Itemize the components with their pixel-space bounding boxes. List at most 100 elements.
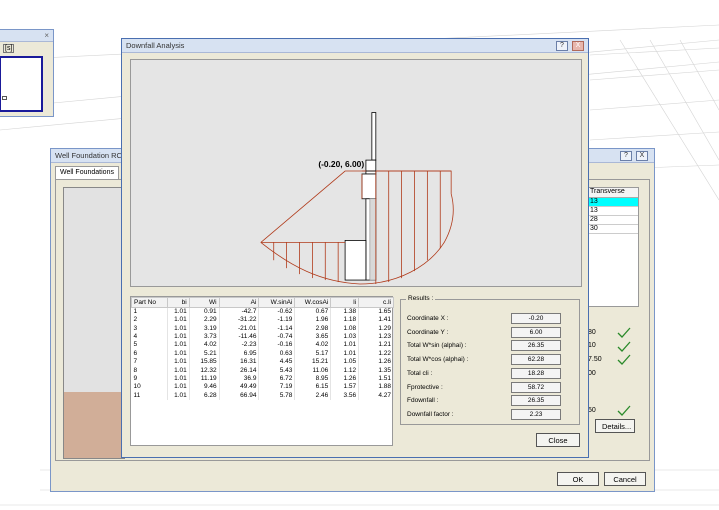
table-cell: 15.85: [189, 357, 220, 367]
result-value-field: -0.20: [511, 313, 561, 324]
result-value-field: 26.35: [511, 340, 561, 352]
check-icon: [617, 354, 631, 365]
ok-button[interactable]: OK: [557, 472, 599, 486]
small-window: × [s]: [0, 29, 54, 117]
table-header-cell: Wi: [188, 297, 220, 308]
result-row: Total W*sin (alphai) : 26.35: [407, 340, 567, 352]
table-cell: 1.57: [330, 383, 360, 392]
table-cell: 1.51: [358, 374, 394, 384]
table-cell: 1.01: [167, 332, 190, 342]
table-row: 9 1.01 11.19 36.9 6.72 8.95 1.26 1.51: [131, 374, 394, 384]
table-cell: 3.56: [330, 391, 360, 400]
close-icon[interactable]: ×: [44, 31, 49, 40]
table-cell: 66.94: [219, 391, 260, 400]
coordinate-label: (-0.20, 6.00): [318, 159, 364, 169]
table-cell: 6.28: [189, 391, 220, 400]
help-button[interactable]: ?: [556, 41, 568, 51]
close-dialog-button[interactable]: Close: [536, 433, 580, 447]
result-value-field: 26.35: [511, 395, 561, 407]
table-row: 5 1.01 4.02 -2.23 -0.16 4.02 1.01 1.21: [131, 341, 394, 350]
list-item[interactable]: 13: [588, 198, 638, 207]
table-cell: 1.41: [358, 316, 394, 325]
table-cell: 1.01: [167, 324, 190, 333]
results-group: Results : Coordinate X : -0.20 Coordinate …: [400, 295, 580, 425]
table-cell: 1.22: [358, 349, 394, 358]
small-window-button[interactable]: [s]: [3, 44, 15, 53]
table-cell: 8: [131, 366, 168, 375]
table-cell: 1.18: [330, 316, 360, 325]
table-row: 7 1.01 15.85 16.31 4.45 15.21 1.05 1.26: [131, 357, 394, 367]
table-cell: 3.19: [189, 324, 220, 333]
table-cell: 9.46: [189, 383, 220, 392]
table-row: 8 1.01 12.32 26.14 5.43 11.06 1.12 1.35: [131, 366, 394, 375]
result-label: Total W*cos (alphai) :: [407, 356, 469, 364]
value-50: 50: [588, 407, 596, 414]
table-cell: 1.03: [330, 332, 360, 342]
help-button[interactable]: ?: [620, 151, 632, 161]
tab-well-foundations[interactable]: Well Foundations: [55, 166, 119, 179]
table-header-cell: bi: [166, 297, 190, 308]
table-header-cell: W.sinAi: [258, 297, 296, 308]
result-row: Fdownfall : 26.35: [407, 395, 567, 407]
table-cell: -0.16: [258, 341, 296, 350]
details-button[interactable]: Details...: [595, 419, 635, 433]
result-value-field: 6.00: [511, 326, 561, 338]
value-10: 10: [588, 342, 596, 349]
table-cell: 3.65: [294, 332, 332, 342]
table-cell: 6.95: [219, 349, 260, 358]
table-row: 1 1.01 0.91 -42.7 -0.62 0.67 1.38 1.65: [131, 307, 394, 316]
table-cell: 1.01: [167, 357, 190, 367]
table-cell: 3.73: [189, 332, 220, 342]
result-row: Fprotective : 58.72: [407, 381, 567, 394]
result-value-field: 18.28: [511, 367, 561, 379]
table-cell: 1.01: [330, 341, 360, 350]
table-cell: 2.29: [189, 316, 220, 325]
table-cell: 1.01: [167, 366, 190, 375]
results-title: Results :: [406, 295, 436, 302]
table-row: 10 1.01 9.46 49.49 7.19 6.15 1.57 1.88: [131, 383, 394, 392]
table-cell: 11: [131, 391, 168, 400]
table-cell: 4: [131, 332, 168, 342]
list-item[interactable]: 13: [588, 207, 638, 216]
check-icon: [617, 327, 631, 338]
table-cell: 11.06: [294, 366, 332, 375]
list-item[interactable]: 28: [588, 216, 638, 225]
transverse-list[interactable]: Transverse 13 13 28 30: [587, 187, 639, 307]
table-cell: 0.67: [294, 307, 332, 316]
table-cell: 26.14: [219, 366, 260, 375]
table-cell: 10: [131, 383, 168, 392]
close-button[interactable]: X: [572, 41, 584, 51]
table-cell: 1.08: [330, 324, 360, 333]
table-cell: 1.26: [358, 357, 394, 367]
table-row: 3 1.01 3.19 -21.01 -1.14 2.98 1.08 1.29: [131, 324, 394, 333]
table-cell: 6.15: [294, 383, 332, 392]
table-cell: 1.65: [358, 307, 394, 316]
check-icon: [617, 405, 631, 416]
table-cell: 7: [131, 357, 168, 367]
result-label: Downfall factor :: [407, 410, 454, 418]
slip-circle-drawing: (-0.20, 6.00): [130, 59, 582, 287]
table-cell: -42.7: [219, 307, 260, 316]
close-button[interactable]: X: [636, 151, 648, 161]
table-cell: -1.14: [258, 324, 296, 333]
cancel-button[interactable]: Cancel: [604, 472, 646, 486]
value-750: 7.50: [588, 356, 602, 363]
table-header-cell: li: [330, 297, 360, 308]
table-cell: -2.23: [219, 341, 260, 350]
table-cell: 1.01: [330, 349, 360, 358]
table-cell: -1.19: [258, 316, 296, 325]
table-cell: 15.21: [294, 357, 332, 367]
table-cell: 6: [131, 349, 168, 358]
table-header-cell: Part No: [131, 297, 168, 308]
table-cell: 5: [131, 341, 168, 350]
table-row: 4 1.01 3.73 -11.46 -0.74 3.65 1.03 1.23: [131, 332, 394, 342]
list-item[interactable]: 30: [588, 225, 638, 234]
transverse-header: Transverse: [588, 188, 638, 198]
table-cell: 1.01: [167, 341, 190, 350]
result-row: Coordinate Y : 6.00: [407, 326, 567, 339]
scroll-handle[interactable]: [2, 96, 7, 100]
result-value-field: 62.28: [511, 354, 561, 366]
small-window-titlebar: ×: [0, 30, 53, 42]
table-cell: 5.21: [189, 349, 220, 358]
table-header-cell: c.li: [358, 297, 394, 308]
